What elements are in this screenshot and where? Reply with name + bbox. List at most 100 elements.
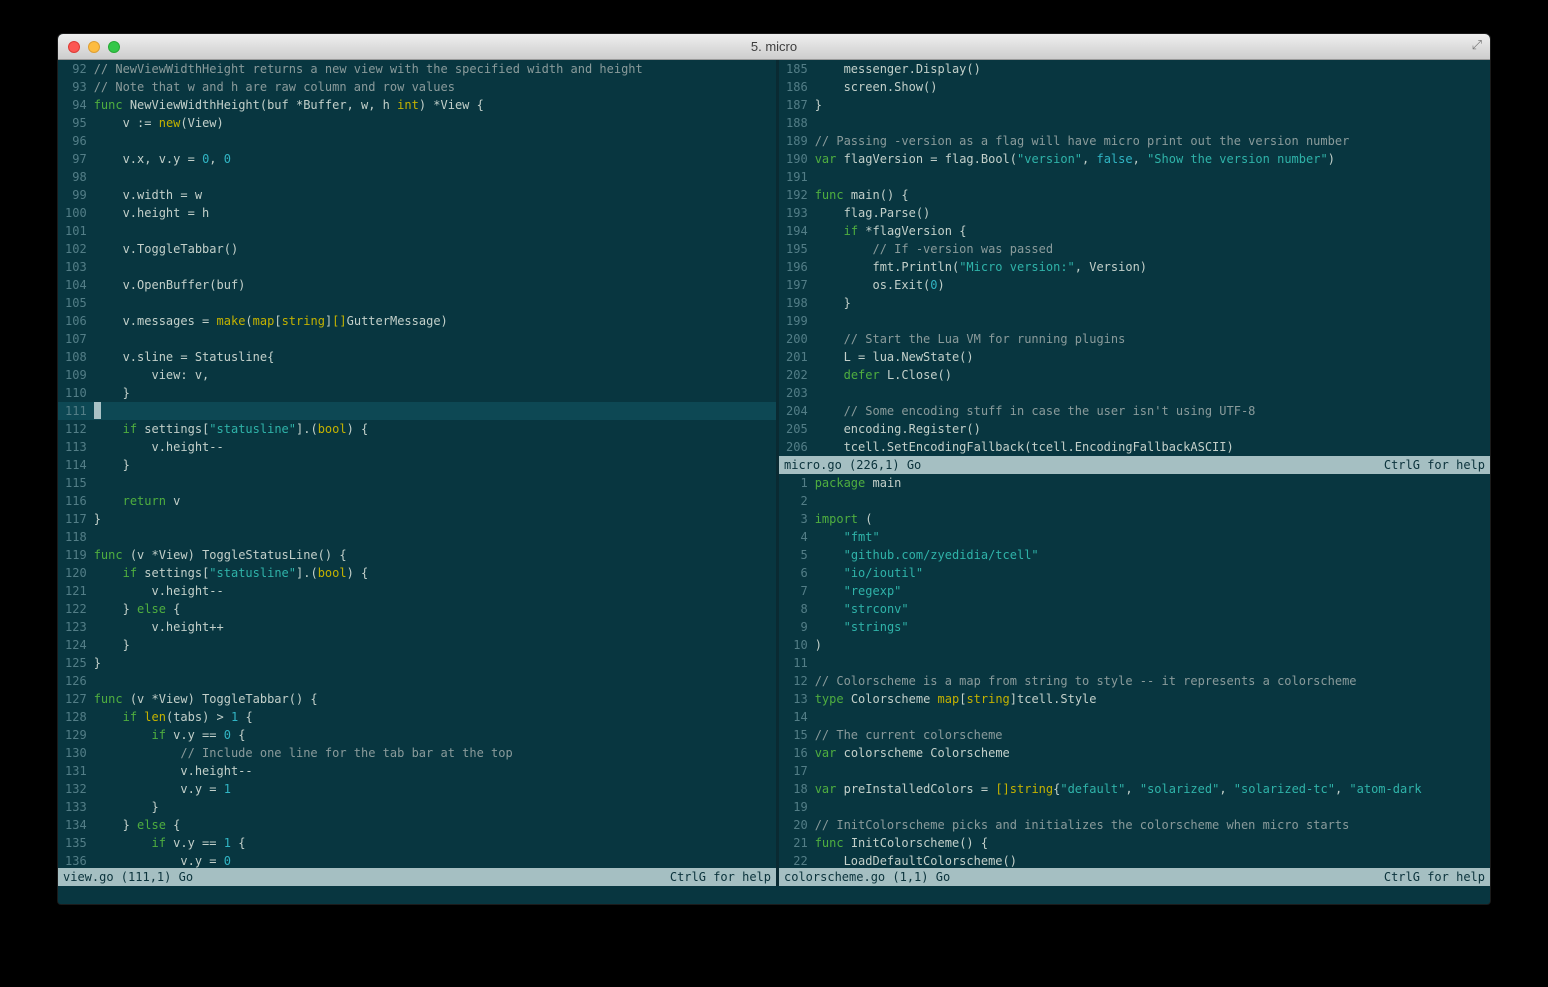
code-line[interactable]: 102 v.ToggleTabbar() [58, 240, 776, 258]
code-line[interactable]: 206 tcell.SetEncodingFallback(tcell.Enco… [779, 438, 1490, 456]
code-line[interactable]: 131 v.height-- [58, 762, 776, 780]
code-line[interactable]: 190 var flagVersion = flag.Bool("version"… [779, 150, 1490, 168]
code-line[interactable]: 98 [58, 168, 776, 186]
code-line[interactable]: 195 // If -version was passed [779, 240, 1490, 258]
code-line[interactable]: 20// InitColorscheme picks and initializ… [779, 816, 1490, 834]
code-line[interactable]: 2 [779, 492, 1490, 510]
code-line[interactable]: 120 if settings["statusline"].(bool) { [58, 564, 776, 582]
code-line[interactable]: 99 v.width = w [58, 186, 776, 204]
code-line[interactable]: 95 v := new(View) [58, 114, 776, 132]
code-line[interactable]: 96 [58, 132, 776, 150]
code-line[interactable]: 199 [779, 312, 1490, 330]
code-line[interactable]: 118 [58, 528, 776, 546]
code-line[interactable]: 18 var preInstalledColors = []string{"def… [779, 780, 1490, 798]
code-line[interactable]: 104 v.OpenBuffer(buf) [58, 276, 776, 294]
code-line[interactable]: 12// Colorscheme is a map from string to… [779, 672, 1490, 690]
code-line[interactable]: 121 v.height-- [58, 582, 776, 600]
code-line[interactable]: 203 [779, 384, 1490, 402]
code-line[interactable]: 113 v.height-- [58, 438, 776, 456]
code-line[interactable]: 97 v.x, v.y = 0, 0 [58, 150, 776, 168]
close-button[interactable] [68, 41, 80, 53]
code-line[interactable]: 117} [58, 510, 776, 528]
code-line[interactable]: 110 } [58, 384, 776, 402]
zoom-button[interactable] [108, 41, 120, 53]
code-line[interactable]: 107 [58, 330, 776, 348]
code-line[interactable]: 129 if v.y == 0 { [58, 726, 776, 744]
code-line[interactable]: 13 type Colorscheme map[string]tcell.Styl… [779, 690, 1490, 708]
code-line[interactable]: 124 } [58, 636, 776, 654]
code-line[interactable]: 114 } [58, 456, 776, 474]
code-line[interactable]: 17 [779, 762, 1490, 780]
code-line[interactable]: 204 // Some encoding stuff in case the u… [779, 402, 1490, 420]
code-line[interactable]: 21 func InitColorscheme() { [779, 834, 1490, 852]
code-line[interactable]: 193 flag.Parse() [779, 204, 1490, 222]
code-line[interactable]: 135 if v.y == 1 { [58, 834, 776, 852]
code-line[interactable]: 127 func (v *View) ToggleTabbar() { [58, 690, 776, 708]
code-line[interactable]: 4 "fmt" [779, 528, 1490, 546]
command-message-line[interactable] [58, 886, 1490, 904]
code-line[interactable]: 128 if len(tabs) > 1 { [58, 708, 776, 726]
code-line[interactable]: 103 [58, 258, 776, 276]
code-line[interactable]: 133 } [58, 798, 776, 816]
code-line[interactable]: 93// Note that w and h are raw column an… [58, 78, 776, 96]
code-line[interactable]: 22 LoadDefaultColorscheme() [779, 852, 1490, 868]
code-line[interactable]: 186 screen.Show() [779, 78, 1490, 96]
code-line[interactable]: 1 package main [779, 474, 1490, 492]
code-line[interactable]: 126 [58, 672, 776, 690]
code-line[interactable]: 134 } else { [58, 816, 776, 834]
code-line[interactable]: 14 [779, 708, 1490, 726]
line-number: 22 [786, 854, 808, 868]
code-line[interactable]: 122 } else { [58, 600, 776, 618]
code-line[interactable]: 192 func main() { [779, 186, 1490, 204]
code-line[interactable]: 189// Passing -version as a flag will ha… [779, 132, 1490, 150]
code-line[interactable]: 7 "regexp" [779, 582, 1490, 600]
code-line[interactable]: 105 [58, 294, 776, 312]
code-line[interactable]: 130 // Include one line for the tab bar … [58, 744, 776, 762]
code-line[interactable]: 202 defer L.Close() [779, 366, 1490, 384]
code-line[interactable]: 116 return v [58, 492, 776, 510]
code-area-colorscheme-go[interactable]: 1 package main 2 3 import ( 4 "fmt" 5 "git… [779, 474, 1490, 868]
code-line[interactable]: 16 var colorscheme Colorscheme [779, 744, 1490, 762]
code-line[interactable]: 6 "io/ioutil" [779, 564, 1490, 582]
window-titlebar[interactable]: 5. micro ⤢ [58, 34, 1490, 60]
code-area-view-go[interactable]: 92// NewViewWidthHeight returns a new vi… [58, 60, 776, 868]
code-line[interactable]: 123 v.height++ [58, 618, 776, 636]
code-line[interactable]: 9 "strings" [779, 618, 1490, 636]
code-line[interactable]: 109 view: v, [58, 366, 776, 384]
code-line[interactable]: 101 [58, 222, 776, 240]
code-line[interactable]: 11 [779, 654, 1490, 672]
code-line[interactable]: 132 v.y = 1 [58, 780, 776, 798]
code-line[interactable]: 185 messenger.Display() [779, 60, 1490, 78]
code-line[interactable]: 15// The current colorscheme [779, 726, 1490, 744]
code-line[interactable]: 191 [779, 168, 1490, 186]
code-line[interactable]: 200 // Start the Lua VM for running plug… [779, 330, 1490, 348]
fullscreen-icon[interactable]: ⤢ [1472, 38, 1482, 53]
code-line[interactable]: 115 [58, 474, 776, 492]
code-line[interactable]: 100 v.height = h [58, 204, 776, 222]
code-line[interactable]: 92// NewViewWidthHeight returns a new vi… [58, 60, 776, 78]
code-line[interactable]: 188 [779, 114, 1490, 132]
code-line[interactable]: 205 encoding.Register() [779, 420, 1490, 438]
code-line[interactable]: 187} [779, 96, 1490, 114]
code-line[interactable]: 111 [58, 402, 776, 420]
statusbar-help-hint: CtrlG for help [1383, 870, 1485, 884]
code-line[interactable]: 10) [779, 636, 1490, 654]
code-line[interactable]: 196 fmt.Println("Micro version:", Versio… [779, 258, 1490, 276]
code-line[interactable]: 112 if settings["statusline"].(bool) { [58, 420, 776, 438]
code-line[interactable]: 19 [779, 798, 1490, 816]
code-line[interactable]: 198 } [779, 294, 1490, 312]
code-line[interactable]: 119 func (v *View) ToggleStatusLine() { [58, 546, 776, 564]
code-line[interactable]: 3 import ( [779, 510, 1490, 528]
code-line[interactable]: 94 func NewViewWidthHeight(buf *Buffer, w… [58, 96, 776, 114]
minimize-button[interactable] [88, 41, 100, 53]
code-line[interactable]: 106 v.messages = make(map[string][]Gutte… [58, 312, 776, 330]
code-line[interactable]: 8 "strconv" [779, 600, 1490, 618]
code-line[interactable]: 125} [58, 654, 776, 672]
code-line[interactable]: 108 v.sline = Statusline{ [58, 348, 776, 366]
code-line[interactable]: 194 if *flagVersion { [779, 222, 1490, 240]
code-line[interactable]: 197 os.Exit(0) [779, 276, 1490, 294]
code-line[interactable]: 136 v.y = 0 [58, 852, 776, 868]
code-line[interactable]: 201 L = lua.NewState() [779, 348, 1490, 366]
code-line[interactable]: 5 "github.com/zyedidia/tcell" [779, 546, 1490, 564]
code-area-micro-go[interactable]: 185 messenger.Display() 186 screen.Show()… [779, 60, 1490, 456]
